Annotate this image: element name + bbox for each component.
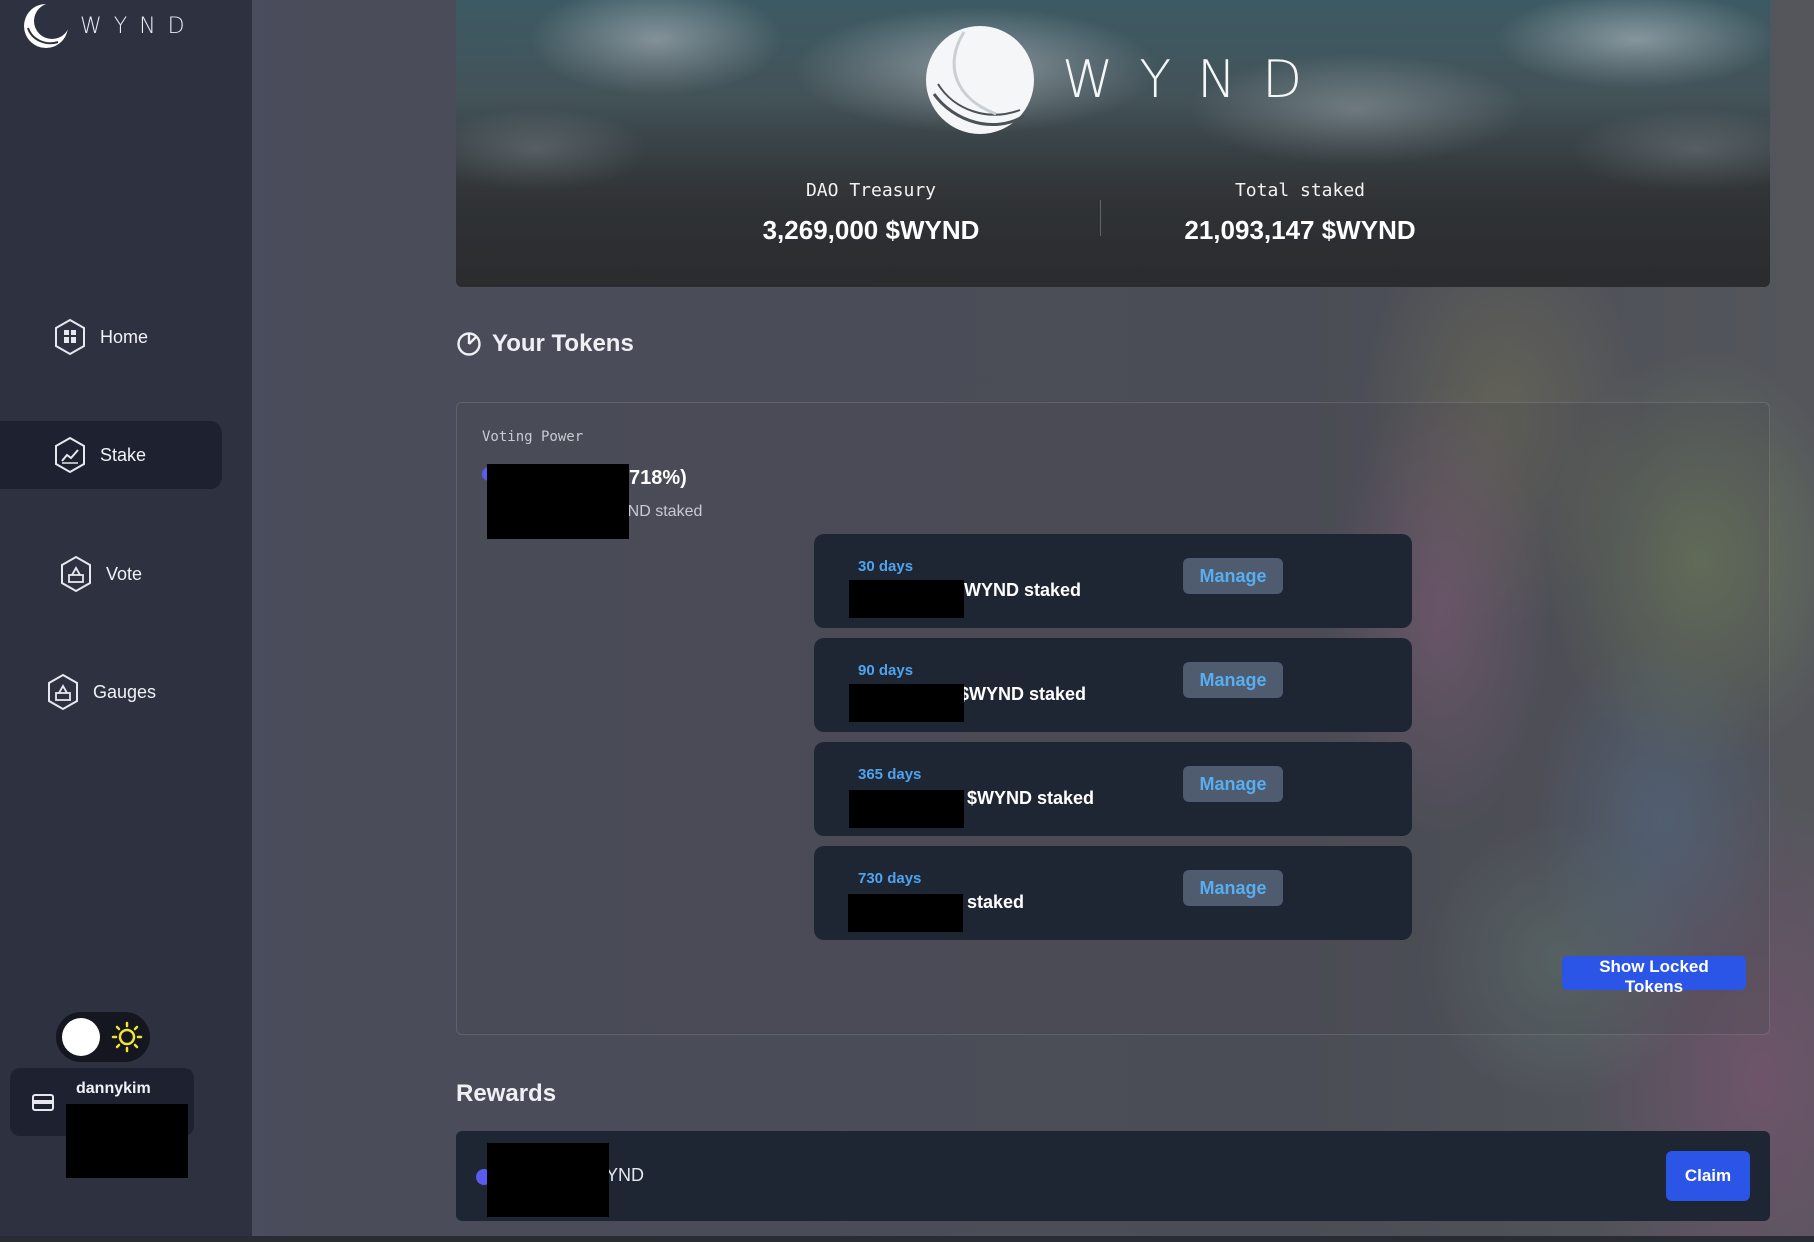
sidebar-item-label: Gauges [93,681,157,702]
total-staked-stat: Total staked 21,093,147 $WYND [1156,180,1444,246]
home-icon [52,318,88,356]
ballot-icon [45,673,81,711]
stake-duration: 730 days [858,870,922,887]
stake-amount: $WYND staked [967,788,1095,808]
wallet-button[interactable]: dannykim [10,1068,194,1178]
wynd-logo-icon [926,26,1034,134]
sidebar-item-label: Vote [106,563,143,584]
sidebar-item-label: Stake [100,444,147,465]
rewards-amount: YND [606,1165,645,1185]
redacted-value [849,790,964,828]
stat-label: Total staked [1234,180,1366,201]
redacted-value [487,1143,609,1217]
redacted-value [849,580,964,618]
rewards-heading: Rewards [456,1080,557,1107]
wallet-username: dannykim [76,1080,151,1097]
stake-amount: WYND staked [964,580,1082,600]
dao-treasury-stat: DAO Treasury 3,269,000 $WYND [756,180,986,246]
stake-amount: staked [967,892,1025,912]
stake-row-90-days: 90 days $WYND staked Manage [814,638,1412,732]
chart-icon [52,436,88,474]
hero-logo-text: WYND [1062,50,1329,110]
pie-icon [457,332,481,356]
wynd-logo-icon [24,3,70,48]
stat-divider [1100,200,1101,236]
voting-power-label: Voting Power [482,429,584,445]
stat-value: 3,269,000 $WYND [762,215,980,245]
redacted-address [66,1104,188,1178]
ballot-icon [58,555,94,593]
tokens-card: Voting Power 718%) YND staked 30 days WY… [456,402,1770,1035]
rewards-card: YND Claim [456,1131,1770,1221]
hero-banner: WYND DAO Treasury 3,269,000 $WYND Total … [456,0,1770,287]
stake-row-365-days: 365 days $WYND staked Manage [814,742,1412,836]
section-title: Your Tokens [492,330,634,357]
sidebar-item-label: Home [100,326,149,347]
show-locked-tokens-button[interactable]: Show Locked Tokens [1562,956,1746,996]
wallet-icon [32,1094,54,1111]
stake-row-730-days: 730 days staked Manage [814,846,1412,940]
stat-value: 21,093,147 $WYND [1184,215,1416,245]
redacted-value [848,894,963,932]
stake-duration: 90 days [858,662,914,679]
sun-icon [110,1020,144,1054]
redacted-value [487,464,629,539]
stake-amount: $WYND staked [959,684,1087,704]
hero-logo: WYND [924,24,1328,136]
stake-row-30-days: 30 days WYND staked Manage [814,534,1412,628]
stake-duration: 365 days [858,766,922,783]
voting-power-value: 718%) [629,467,687,489]
manage-button[interactable]: Manage [1183,558,1283,594]
app-logo[interactable]: WYND [22,0,197,52]
stat-label: DAO Treasury [805,180,937,201]
bottom-edge [0,1236,1814,1242]
toggle-knob [62,1018,100,1056]
sidebar-item-vote[interactable]: Vote [0,540,222,608]
theme-toggle[interactable] [56,1012,150,1062]
sidebar-item-home[interactable]: Home [0,303,222,371]
your-tokens-heading: Your Tokens [456,330,634,358]
manage-button[interactable]: Manage [1183,870,1283,906]
manage-button[interactable]: Manage [1183,766,1283,802]
stake-duration: 30 days [858,558,914,575]
manage-button[interactable]: Manage [1183,662,1283,698]
sidebar-item-gauges[interactable]: Gauges [0,658,222,726]
claim-button[interactable]: Claim [1666,1151,1750,1201]
sidebar: WYND Home Stake Vote Gauges dannykim [0,0,252,1242]
app-name: WYND [80,13,197,39]
sidebar-item-stake[interactable]: Stake [0,421,222,489]
redacted-value [849,684,964,722]
voting-power-staked: YND staked [617,503,703,520]
